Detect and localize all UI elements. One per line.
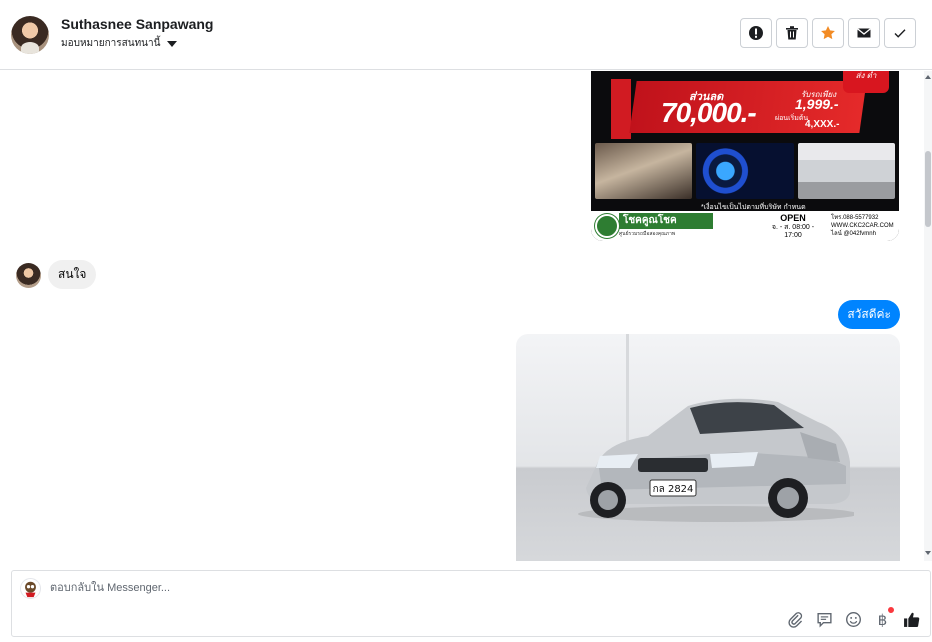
scroll-down-arrow-icon[interactable] bbox=[925, 551, 931, 555]
attach-button[interactable] bbox=[787, 611, 804, 628]
checkmark-icon bbox=[894, 29, 906, 38]
opening-hours: จ. - ส. 08:00 - 17:00 bbox=[771, 224, 815, 239]
like-button[interactable] bbox=[903, 611, 920, 628]
thread-scrollbar[interactable] bbox=[924, 71, 932, 561]
spam-button[interactable] bbox=[740, 18, 772, 48]
composer-tools: ฿ bbox=[787, 607, 920, 628]
page-avatar bbox=[20, 578, 41, 599]
message-thread[interactable]: ส่ง ต่ำ ส่วนลด 70,000.- รับรถเพียง 1,999… bbox=[0, 71, 924, 561]
reply-input[interactable] bbox=[50, 579, 750, 597]
notification-dot bbox=[888, 607, 894, 613]
license-plate: กล 2824 bbox=[653, 484, 694, 495]
dealer-name: โชคคูณโชค อุดรธานี bbox=[619, 213, 713, 241]
assign-label: มอบหมายการสนทนานี้ bbox=[61, 38, 161, 49]
promo-side-ribbon bbox=[611, 79, 631, 139]
dealer-logo-icon bbox=[595, 214, 619, 238]
car-photo-attachment[interactable]: กล 2824 bbox=[516, 334, 900, 561]
reply-composer: ฿ bbox=[11, 570, 931, 637]
outgoing-message-bubble[interactable]: สวัสดีค่ะ bbox=[838, 300, 900, 329]
trash-icon bbox=[786, 26, 798, 40]
baht-icon: ฿ bbox=[878, 611, 887, 628]
star-button[interactable] bbox=[812, 18, 844, 48]
thumbs-up-icon bbox=[904, 612, 920, 627]
sender-avatar[interactable] bbox=[16, 263, 41, 288]
user-name[interactable]: Suthasnee Sanpawang bbox=[61, 16, 213, 32]
caret-down-icon bbox=[167, 40, 178, 47]
svg-text:฿: ฿ bbox=[878, 611, 887, 628]
incoming-message-bubble[interactable]: สนใจ bbox=[48, 260, 97, 289]
promo-discount-amount: 70,000.- bbox=[661, 97, 757, 128]
owl-mascot-icon bbox=[25, 581, 36, 598]
promo-install-amount: 4,XXX.- bbox=[805, 119, 840, 130]
mark-unread-button[interactable] bbox=[848, 18, 880, 48]
paperclip-icon bbox=[788, 612, 803, 628]
car-rear-photo bbox=[797, 143, 895, 199]
exclamation-icon bbox=[749, 26, 763, 40]
promo-footer: โชคคูณโชค อุดรธานี ศูนย์รวมรถมือสองคุณภา… bbox=[591, 211, 899, 241]
dealer-subtitle: ศูนย์รวมรถมือสองคุณภาพ bbox=[619, 231, 676, 237]
car-illustration: กล 2824 bbox=[578, 398, 854, 522]
envelope-icon bbox=[857, 28, 871, 38]
interior-photo bbox=[595, 143, 693, 199]
payment-button[interactable]: ฿ bbox=[874, 607, 894, 628]
saved-reply-button[interactable] bbox=[816, 611, 833, 628]
mark-done-button[interactable] bbox=[884, 18, 916, 48]
promo-tag: ส่ง ต่ำ bbox=[843, 71, 889, 93]
emoji-button[interactable] bbox=[845, 611, 862, 628]
emoji-icon bbox=[846, 612, 861, 627]
open-label: OPEN bbox=[780, 213, 806, 223]
promo-install-label: ผ่อนเริ่มต้น bbox=[775, 115, 809, 122]
dealer-contact: โทร.088-5577932 WWW.CKC2CAR.COM ไลน์ @04… bbox=[831, 215, 894, 237]
promo-down-amount: 1,999.- bbox=[795, 96, 839, 112]
promo-photo-strip bbox=[595, 143, 895, 199]
user-avatar[interactable] bbox=[11, 16, 49, 54]
conversation-header: Suthasnee Sanpawang มอบหมายการสนทนานี้ bbox=[0, 0, 932, 70]
assign-conversation-dropdown[interactable]: มอบหมายการสนทนานี้ bbox=[61, 36, 178, 51]
star-icon bbox=[821, 26, 835, 40]
dashboard-photo bbox=[696, 143, 794, 199]
scroll-up-arrow-icon[interactable] bbox=[925, 75, 931, 79]
promo-image-attachment[interactable]: ส่ง ต่ำ ส่วนลด 70,000.- รับรถเพียง 1,999… bbox=[591, 71, 899, 241]
delete-button[interactable] bbox=[776, 18, 808, 48]
header-actions bbox=[740, 18, 916, 48]
saved-reply-icon bbox=[817, 612, 832, 628]
scrollbar-thumb[interactable] bbox=[925, 151, 931, 227]
